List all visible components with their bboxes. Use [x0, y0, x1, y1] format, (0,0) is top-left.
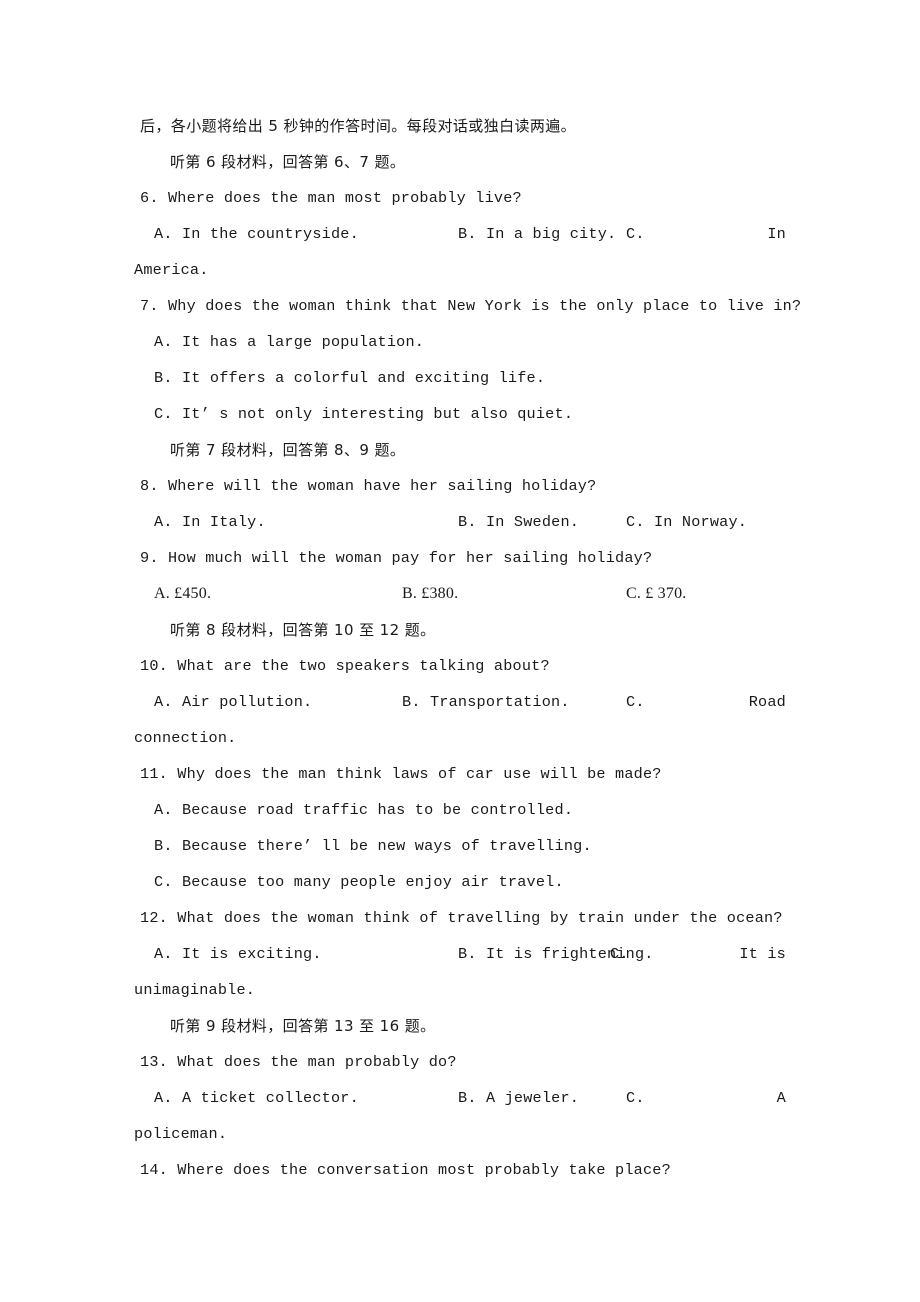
- option-13-c[interactable]: C. A: [626, 1080, 786, 1116]
- option-6-c-label: C.: [626, 225, 645, 243]
- question-stem-14: 14. Where does the conversation most pro…: [140, 1161, 671, 1179]
- option-10-b[interactable]: B. Transportation.: [402, 684, 570, 720]
- exam-page: 后，各小题将给出 5 秒钟的作答时间。每段对话或独白读两遍。 听第 6 段材料，…: [0, 0, 920, 1302]
- option-7-a[interactable]: A. It has a large population.: [140, 324, 786, 360]
- section-instruction-9: 听第 9 段材料，回答第 13 至 16 题。: [170, 1017, 436, 1035]
- section-instruction-8: 听第 8 段材料，回答第 10 至 12 题。: [170, 621, 436, 639]
- question-stem-8: 8. Where will the woman have her sailing…: [140, 477, 597, 495]
- question-stem-13: 13. What does the man probably do?: [140, 1053, 457, 1071]
- option-row-8: A. In Italy. B. In Sweden. C. In Norway.: [140, 504, 786, 540]
- question-stem-9: 9. How much will the woman pay for her s…: [140, 549, 653, 567]
- question-stem-12: 12. What does the woman think of travell…: [140, 909, 783, 927]
- option-row-6: A. In the countryside. B. In a big city.…: [140, 216, 786, 252]
- option-13-c-label: C.: [626, 1089, 645, 1107]
- option-11-b[interactable]: B. Because there’ ll be new ways of trav…: [140, 828, 786, 864]
- option-12-c[interactable]: C. It is: [610, 936, 786, 972]
- option-6-a[interactable]: A. In the countryside.: [154, 216, 359, 252]
- option-11-c[interactable]: C. Because too many people enjoy air tra…: [140, 864, 786, 900]
- section-instruction-7: 听第 7 段材料，回答第 8、9 题。: [170, 441, 406, 459]
- option-row-9: A. £450. B. £380. C. £ 370.: [140, 576, 786, 612]
- option-6-b[interactable]: B. In a big city.: [458, 216, 616, 252]
- option-10-c[interactable]: C. Road: [626, 684, 786, 720]
- option-12-a[interactable]: A. It is exciting.: [154, 936, 322, 972]
- section-instruction-6: 听第 6 段材料，回答第 6、7 题。: [170, 153, 406, 171]
- option-7-b[interactable]: B. It offers a colorful and exciting lif…: [140, 360, 786, 396]
- option-11-a[interactable]: A. Because road traffic has to be contro…: [140, 792, 786, 828]
- option-6-c-tail: In: [767, 225, 786, 243]
- option-12-c-tail: It is: [739, 945, 786, 963]
- option-row-10: A. Air pollution. B. Transportation. C. …: [140, 684, 786, 720]
- option-9-a[interactable]: A. £450.: [154, 576, 211, 612]
- option-8-c[interactable]: C. In Norway.: [626, 504, 747, 540]
- option-13-c-wrap: policeman.: [134, 1125, 228, 1143]
- option-10-c-tail: Road: [748, 693, 786, 711]
- option-10-c-label: C.: [626, 693, 645, 711]
- option-13-c-tail: A: [776, 1089, 786, 1107]
- option-12-c-wrap: unimaginable.: [134, 981, 256, 999]
- option-9-b[interactable]: B. £380.: [402, 576, 458, 612]
- option-row-13: A. A ticket collector. B. A jeweler. C. …: [140, 1080, 786, 1116]
- option-10-c-wrap: connection.: [134, 729, 237, 747]
- option-12-c-label: C.: [610, 945, 629, 963]
- option-8-a[interactable]: A. In Italy.: [154, 504, 266, 540]
- option-13-a[interactable]: A. A ticket collector.: [154, 1080, 359, 1116]
- option-9-c[interactable]: C. £ 370.: [626, 576, 686, 612]
- option-row-12: A. It is exciting. B. It is frightening.…: [140, 936, 786, 972]
- intro-line: 后，各小题将给出 5 秒钟的作答时间。每段对话或独白读两遍。: [140, 117, 577, 135]
- option-6-c-wrap: America.: [134, 261, 209, 279]
- question-stem-11: 11. Why does the man think laws of car u…: [140, 765, 662, 783]
- question-stem-6: 6. Where does the man most probably live…: [140, 189, 522, 207]
- option-13-b[interactable]: B. A jeweler.: [458, 1080, 579, 1116]
- option-7-c[interactable]: C. It’ s not only interesting but also q…: [140, 396, 786, 432]
- question-stem-10: 10. What are the two speakers talking ab…: [140, 657, 550, 675]
- option-6-c[interactable]: C. In: [626, 216, 786, 252]
- question-stem-7: 7. Why does the woman think that New Yor…: [140, 297, 802, 315]
- option-8-b[interactable]: B. In Sweden.: [458, 504, 579, 540]
- option-10-a[interactable]: A. Air pollution.: [154, 684, 312, 720]
